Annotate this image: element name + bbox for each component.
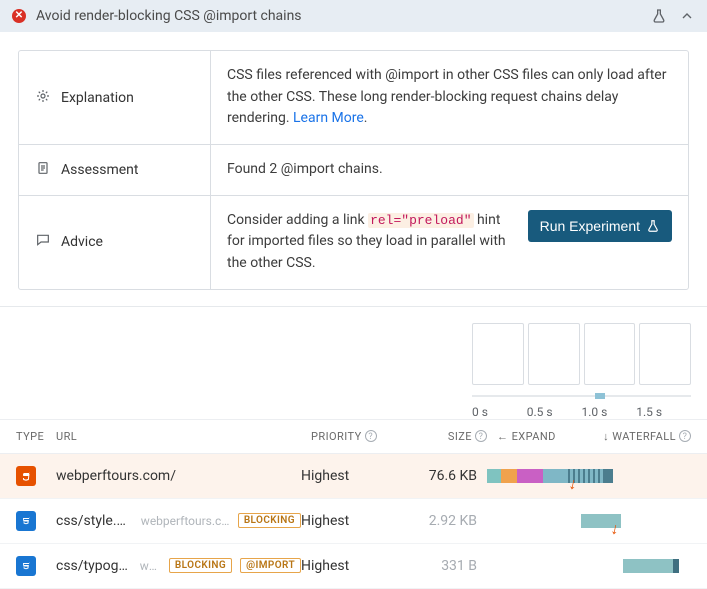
assessment-text: Found 2 @import chains. <box>227 159 672 181</box>
help-icon[interactable]: ? <box>475 430 487 442</box>
import-tag: @IMPORT <box>240 558 301 573</box>
request-url: webperftours.com/ <box>56 468 176 484</box>
request-size: 331 B <box>397 558 477 574</box>
tick-label: 0 s <box>472 405 527 419</box>
col-url[interactable]: URL <box>56 430 311 443</box>
sparkle-icon <box>35 88 51 108</box>
issue-header: ✕ Avoid render-blocking CSS @import chai… <box>0 0 707 32</box>
chain-arrow-icon: ↓ <box>609 520 620 537</box>
table-row[interactable]: webperftours.com/ Highest 76.6 KB ↓ <box>0 454 707 499</box>
col-size[interactable]: SIZE <box>448 430 472 443</box>
tick-label: 1.0 s <box>582 405 637 419</box>
explanation-row: Explanation CSS files referenced with @i… <box>19 51 688 144</box>
tick-label: 0.5 s <box>527 405 582 419</box>
tick-label: 1.5 s <box>636 405 691 419</box>
progress-track <box>472 395 691 397</box>
issue-title: Avoid render-blocking CSS @import chains <box>36 8 641 24</box>
request-host: we… <box>140 559 161 573</box>
filmstrip-frame[interactable] <box>528 323 580 385</box>
waterfall-bar <box>477 554 691 578</box>
advice-code: rel="preload" <box>368 213 473 228</box>
issue-info-panel: Explanation CSS files referenced with @i… <box>18 50 689 290</box>
request-priority: Highest <box>301 468 397 484</box>
error-icon: ✕ <box>12 9 26 23</box>
advice-text: Consider adding a link rel="preload" hin… <box>227 210 518 275</box>
col-expand[interactable]: ← EXPAND <box>487 430 569 443</box>
filmstrip <box>472 323 691 385</box>
time-axis: 0 s 0.5 s 1.0 s 1.5 s <box>472 405 691 419</box>
assessment-row: Assessment Found 2 @import chains. <box>19 144 688 195</box>
flask-icon[interactable] <box>651 8 667 24</box>
help-icon[interactable]: ? <box>365 430 377 442</box>
waterfall-section: 0 s 0.5 s 1.0 s 1.5 s TYPE URL PRIORITY?… <box>0 306 707 589</box>
filmstrip-frame[interactable] <box>584 323 636 385</box>
css-file-icon <box>16 556 36 576</box>
help-icon[interactable]: ? <box>679 430 691 442</box>
waterfall-table-header: TYPE URL PRIORITY? SIZE? ← EXPAND ↓ WATE… <box>0 419 707 454</box>
table-row[interactable]: css/typogra… we… BLOCKING @IMPORT Highes… <box>0 544 707 589</box>
run-experiment-button[interactable]: Run Experiment <box>528 210 672 242</box>
request-url: css/style.css <box>56 513 133 529</box>
progress-mark <box>595 393 605 399</box>
request-priority: Highest <box>301 558 397 574</box>
advice-row: Advice Consider adding a link rel="prelo… <box>19 195 688 289</box>
request-priority: Highest <box>301 513 397 529</box>
request-url: css/typogra… <box>56 558 132 574</box>
request-host: webperftours.co… <box>141 514 230 528</box>
advice-label: Advice <box>61 234 103 250</box>
explanation-label: Explanation <box>61 90 134 106</box>
request-size: 2.92 KB <box>397 513 477 529</box>
collapse-icon[interactable] <box>679 8 695 24</box>
blocking-tag: BLOCKING <box>238 513 301 528</box>
filmstrip-frame[interactable] <box>639 323 691 385</box>
chain-arrow-icon: ↓ <box>567 475 578 492</box>
html-file-icon <box>16 466 36 486</box>
col-priority[interactable]: PRIORITY <box>311 430 362 443</box>
col-type[interactable]: TYPE <box>16 430 56 443</box>
col-waterfall[interactable]: ↓ WATERFALL <box>603 430 676 443</box>
explanation-text: CSS files referenced with @import in oth… <box>227 65 672 130</box>
waterfall-bar: ↓ <box>477 464 691 488</box>
learn-more-link[interactable]: Learn More <box>293 110 364 126</box>
request-size: 76.6 KB <box>397 468 477 484</box>
filmstrip-frame[interactable] <box>472 323 524 385</box>
clipboard-icon <box>35 160 51 180</box>
table-row[interactable]: css/style.css webperftours.co… BLOCKING … <box>0 499 707 544</box>
css-file-icon <box>16 511 36 531</box>
blocking-tag: BLOCKING <box>169 558 232 573</box>
waterfall-bar: ↓ <box>477 509 691 533</box>
chat-icon <box>35 232 51 252</box>
assessment-label: Assessment <box>61 162 138 178</box>
